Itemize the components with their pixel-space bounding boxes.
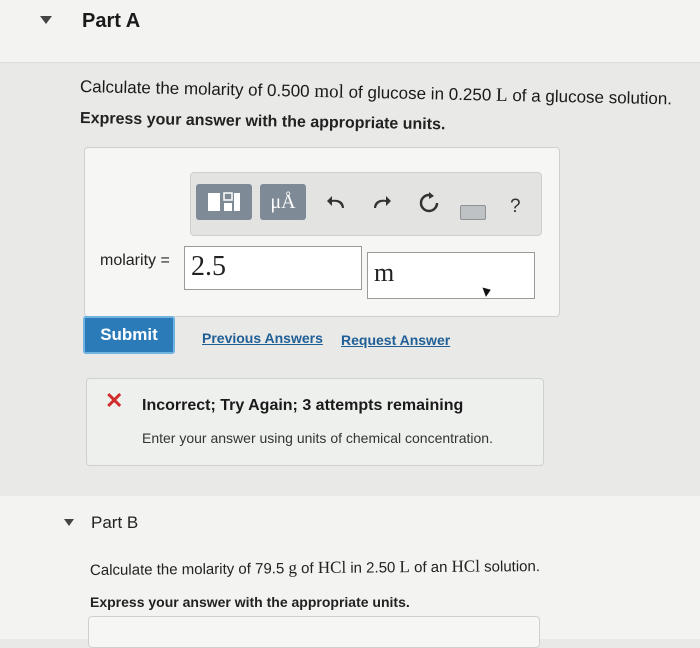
feedback-box bbox=[86, 378, 544, 466]
units-icon[interactable]: μÅ bbox=[260, 184, 306, 220]
instruction-text: Express your answer with the appropriate… bbox=[79, 110, 446, 134]
feedback-message: Enter your answer using units of chemica… bbox=[142, 430, 493, 446]
submit-button[interactable]: Submit bbox=[83, 316, 175, 354]
part-b-title[interactable]: Part B bbox=[91, 513, 138, 533]
incorrect-x-icon: ✕ bbox=[105, 388, 124, 413]
question-text: Calculate the molarity of 79.5 g of HCl … bbox=[89, 556, 541, 579]
answer-label: molarity = bbox=[100, 252, 170, 269]
answer-panel bbox=[88, 616, 540, 648]
undo-icon[interactable] bbox=[326, 192, 348, 220]
part-a-title: Part A bbox=[82, 10, 141, 32]
collapse-caret-icon[interactable] bbox=[64, 519, 74, 526]
request-answer-link[interactable]: Request Answer bbox=[341, 332, 450, 348]
redo-icon[interactable] bbox=[370, 192, 392, 220]
previous-answers-link[interactable]: Previous Answers bbox=[202, 330, 323, 346]
templates-icon[interactable] bbox=[196, 184, 252, 220]
feedback-title: Incorrect; Try Again; 3 attempts remaini… bbox=[142, 397, 464, 414]
keyboard-icon[interactable] bbox=[460, 205, 486, 220]
question-text: Calculate the molarity of 0.500 mol of g… bbox=[79, 77, 673, 109]
instruction-text: Express your answer with the appropriate… bbox=[90, 594, 410, 610]
unit-input[interactable]: m bbox=[367, 252, 535, 299]
value-input[interactable]: 2.5 bbox=[184, 246, 362, 290]
help-icon[interactable]: ? bbox=[510, 196, 521, 218]
collapse-caret-icon[interactable] bbox=[40, 16, 52, 24]
reset-icon[interactable] bbox=[418, 192, 440, 220]
